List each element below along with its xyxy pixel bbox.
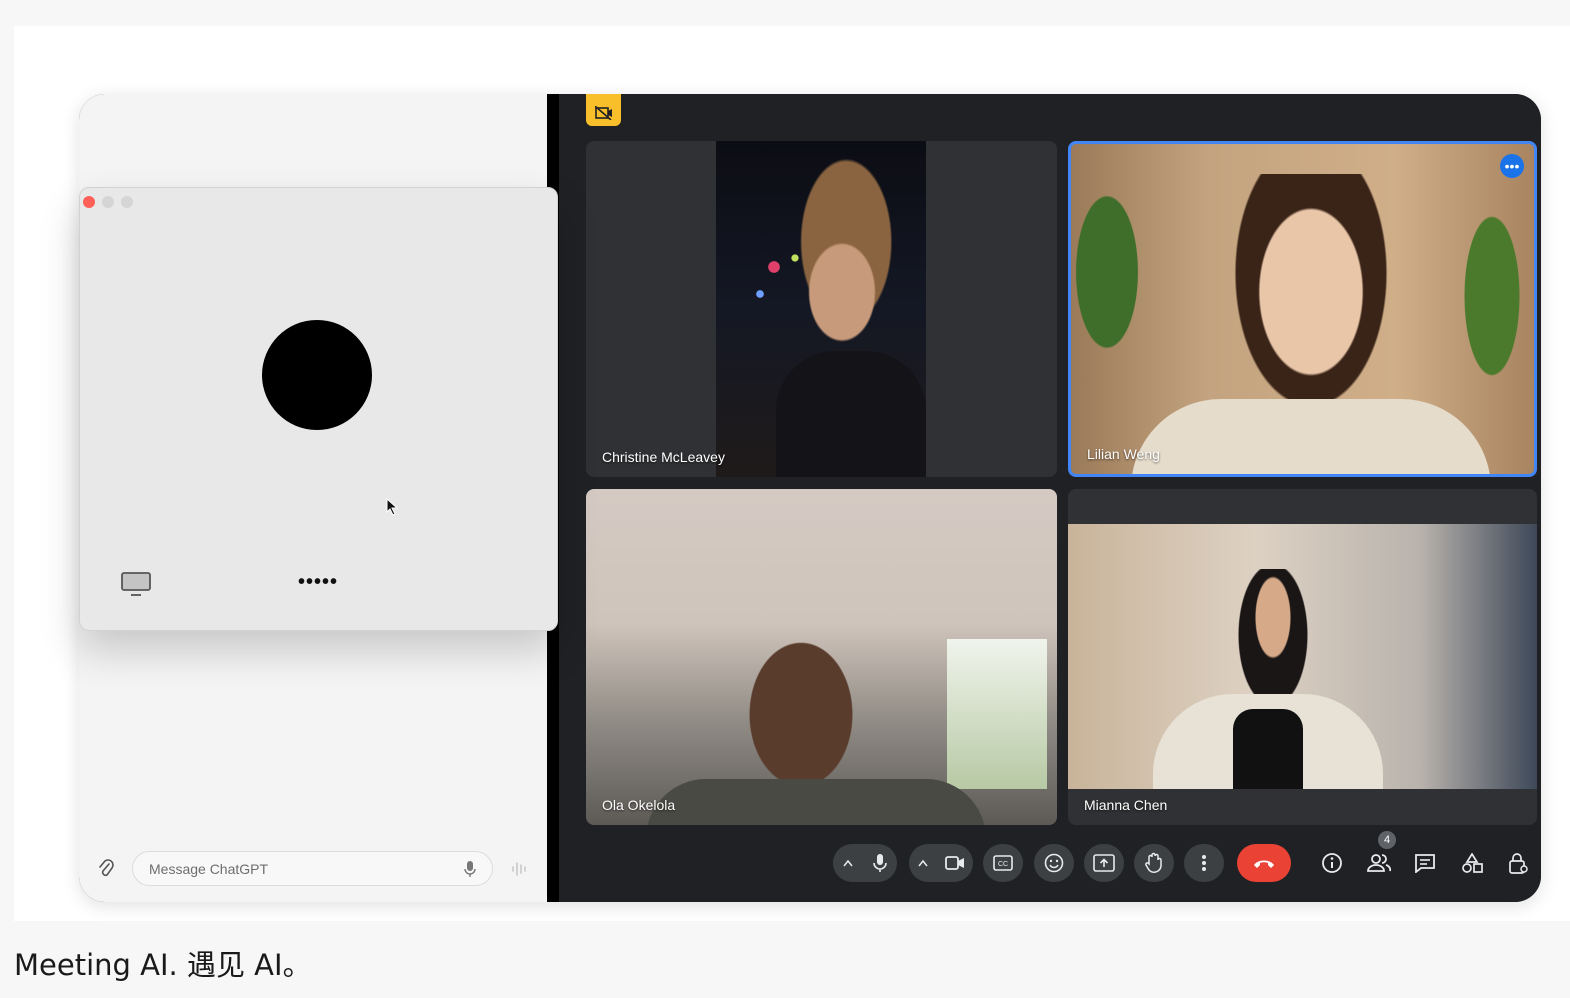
camera-control[interactable] — [909, 844, 973, 882]
meet-window: Christine McLeavey ••• Lilian Weng Ola O… — [547, 94, 1541, 902]
lock-person-icon — [1509, 853, 1528, 874]
message-input[interactable]: Message ChatGPT — [132, 851, 493, 886]
message-input-placeholder: Message ChatGPT — [149, 860, 269, 877]
microphone-icon[interactable] — [464, 860, 476, 877]
zoom-window-button[interactable] — [121, 196, 133, 208]
raise-hand-icon — [1145, 852, 1162, 873]
activities-button[interactable] — [1457, 848, 1487, 878]
end-call-button[interactable] — [1237, 844, 1291, 882]
participant-tile-mianna[interactable]: Mianna Chen — [1068, 489, 1537, 825]
tile-more-options-button[interactable]: ••• — [1500, 154, 1524, 178]
present-screen-icon — [1093, 854, 1115, 872]
raise-hand-button[interactable] — [1134, 844, 1174, 882]
emoji-icon — [1044, 853, 1064, 873]
voice-status-dots: ••••• — [298, 571, 339, 593]
participant-name: Ola Okelola — [602, 797, 676, 813]
participant-tile-ola[interactable]: Ola Okelola — [586, 489, 1057, 825]
info-icon — [1322, 853, 1342, 873]
voice-wave-icon[interactable] — [510, 860, 530, 878]
participant-name: Mianna Chen — [1084, 797, 1168, 813]
emoji-button[interactable] — [1034, 844, 1074, 882]
microphone-icon[interactable] — [873, 854, 887, 872]
no-video-icon — [594, 106, 612, 120]
close-window-button[interactable] — [83, 196, 95, 208]
chevron-up-icon[interactable] — [843, 859, 853, 867]
participant-tile-christine[interactable]: Christine McLeavey — [586, 141, 1057, 477]
chevron-up-icon[interactable] — [917, 859, 928, 867]
hang-up-icon — [1254, 860, 1274, 868]
mic-control[interactable] — [833, 844, 897, 882]
participant-video — [1068, 524, 1537, 789]
chat-button[interactable] — [1410, 848, 1440, 878]
chatgpt-voice-window: ••••• — [79, 187, 558, 631]
recording-badge — [586, 94, 621, 126]
participant-name: Christine McLeavey — [602, 449, 725, 465]
chat-icon — [1415, 854, 1435, 873]
captions-icon: CC — [993, 855, 1013, 871]
mouse-cursor-icon — [386, 498, 398, 516]
captions-button[interactable]: CC — [983, 844, 1023, 882]
people-icon — [1367, 854, 1391, 872]
participant-name: Lilian Weng — [1087, 446, 1160, 462]
more-options-button[interactable] — [1184, 844, 1224, 882]
people-button[interactable] — [1364, 848, 1394, 878]
camera-icon[interactable] — [944, 856, 965, 870]
people-count-badge: 4 — [1378, 831, 1396, 849]
host-controls-button[interactable] — [1503, 848, 1533, 878]
activities-icon — [1462, 853, 1483, 873]
participant-tile-lilian[interactable]: ••• Lilian Weng — [1068, 141, 1537, 477]
attach-icon[interactable] — [96, 858, 116, 880]
present-button[interactable] — [1084, 844, 1124, 882]
minimize-window-button[interactable] — [102, 196, 114, 208]
page-caption: Meeting AI. 遇见 AI。 — [14, 948, 312, 982]
meeting-info-button[interactable] — [1317, 848, 1347, 878]
screen-share-icon[interactable] — [120, 571, 152, 597]
voice-orb — [262, 320, 372, 430]
meet-control-bar: CC 4 — [559, 831, 1541, 894]
svg-text:CC: CC — [998, 861, 1008, 868]
participant-video — [716, 141, 926, 477]
more-vertical-icon — [1202, 855, 1206, 871]
